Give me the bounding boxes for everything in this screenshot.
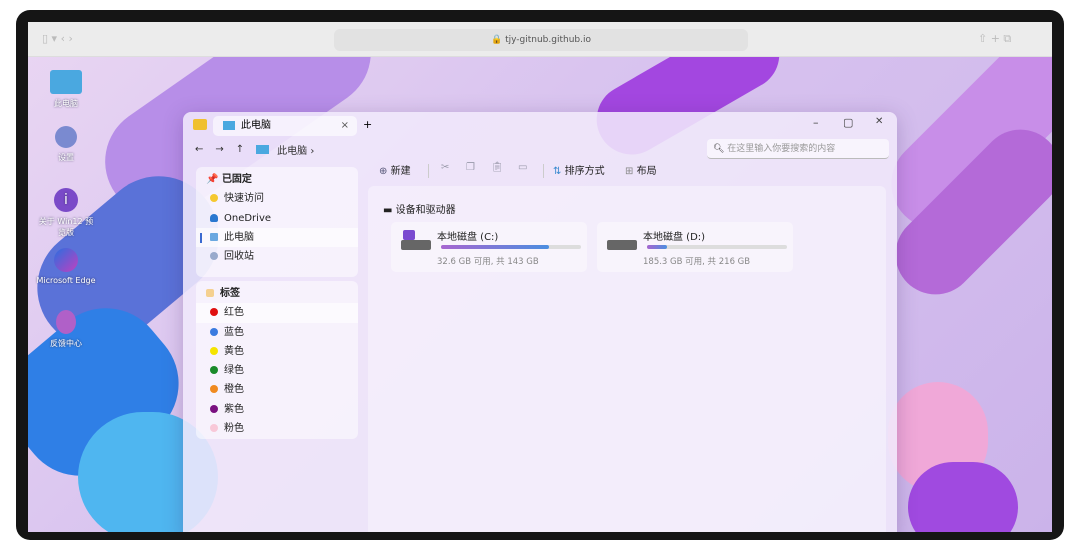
new-tab-button[interactable]: + xyxy=(363,118,372,131)
tag-green[interactable]: 绿色 xyxy=(196,361,358,380)
desktop-icon-about[interactable]: i 关于 Win12 预览版 xyxy=(36,188,96,238)
drive-usage-fill xyxy=(647,245,667,249)
feedback-icon xyxy=(56,310,76,334)
tag-purple[interactable]: 紫色 xyxy=(196,400,358,419)
recycle-bin-icon xyxy=(210,252,218,261)
drive-usage-bar xyxy=(441,245,581,249)
plus-circle-icon: ⊕ xyxy=(379,166,388,177)
red-dot-icon xyxy=(210,308,218,317)
minimize-button[interactable]: – xyxy=(813,116,819,129)
toolbar-divider xyxy=(543,164,544,178)
pink-dot-icon xyxy=(210,424,218,433)
drive-usage-bar xyxy=(647,245,787,249)
tag-yellow[interactable]: 黄色 xyxy=(196,342,358,361)
drive-usage-fill xyxy=(441,245,549,249)
purple-dot-icon xyxy=(210,404,218,413)
folder-icon xyxy=(193,119,207,130)
tag-folder-icon xyxy=(206,289,214,297)
sidebar-item-quick-access[interactable]: 快速访问 xyxy=(196,189,358,208)
sidebar-toggle-icon[interactable]: ▯ ▾ ‹ › xyxy=(42,32,73,45)
tab-this-pc[interactable]: 此电脑 × xyxy=(213,116,357,136)
tags-header: 标签 xyxy=(196,284,358,303)
pinned-header: 📌 已固定 xyxy=(206,174,252,185)
maximize-button[interactable]: ▢ xyxy=(843,116,853,129)
tab-close-button[interactable]: × xyxy=(341,116,349,136)
file-explorer-window: 此电脑 × + – ▢ ✕ ← → ↑ 此电脑 › 🔍︎ 在这里输入你要搜索的内容… xyxy=(183,112,897,532)
address-bar[interactable]: 🔒 tjy-gitnub.github.io xyxy=(334,29,748,51)
gear-icon xyxy=(55,126,77,148)
monitor-icon xyxy=(50,70,82,94)
sort-button[interactable]: ⇅ 排序方式 xyxy=(553,162,605,177)
blue-dot-icon xyxy=(210,327,218,336)
drive-d[interactable]: 本地磁盘 (D:) 185.3 GB 可用, 共 216 GB xyxy=(597,222,793,272)
back-button[interactable]: ← xyxy=(195,144,203,155)
sort-icon: ⇅ xyxy=(553,166,562,177)
desktop-icon-feedback[interactable]: 反馈中心 xyxy=(36,310,96,349)
desktop-icon-edge[interactable]: Microsoft Edge xyxy=(36,248,96,285)
new-button[interactable]: ⊕ 新建 xyxy=(379,162,411,177)
search-icon: 🔍︎ xyxy=(713,144,728,154)
pin-icon: 📌 xyxy=(206,174,219,185)
star-icon xyxy=(210,194,218,203)
copy-icon[interactable]: ❐ xyxy=(466,162,475,173)
collapse-icon: ▬ xyxy=(383,205,393,216)
sidebar-pinned: 📌 已固定 快速访问 OneDrive 此电脑 回收站 xyxy=(196,167,358,277)
selection-indicator xyxy=(200,232,202,243)
rename-icon[interactable]: ▭ xyxy=(518,162,527,173)
orange-dot-icon xyxy=(210,385,218,394)
close-button[interactable]: ✕ xyxy=(875,116,883,127)
hard-drive-icon xyxy=(401,240,431,250)
tag-blue[interactable]: 蓝色 xyxy=(196,323,358,342)
monitor-icon xyxy=(210,232,218,241)
drive-c[interactable]: 本地磁盘 (C:) 32.6 GB 可用, 共 143 GB xyxy=(391,222,587,272)
lock-icon: 🔒 xyxy=(491,35,506,45)
cut-icon[interactable]: ✂ xyxy=(441,162,449,173)
cloud-icon xyxy=(210,213,218,222)
windows-logo-icon xyxy=(403,230,415,240)
edge-icon xyxy=(54,248,78,272)
tag-pink[interactable]: 粉色 xyxy=(196,419,358,438)
sidebar-item-this-pc[interactable]: 此电脑 xyxy=(196,227,358,248)
grid-icon: ⊞ xyxy=(625,166,634,177)
desktop-icon-this-pc[interactable]: 此电脑 xyxy=(36,70,96,109)
tag-orange[interactable]: 橙色 xyxy=(196,380,358,399)
sidebar-item-recycle-bin[interactable]: 回收站 xyxy=(196,247,358,266)
paste-icon[interactable]: 📋︎ xyxy=(491,162,504,173)
search-input[interactable]: 🔍︎ 在这里输入你要搜索的内容 xyxy=(707,139,889,159)
section-header-devices[interactable]: ▬ 设备和驱动器 xyxy=(383,201,456,216)
monitor-icon xyxy=(223,120,235,130)
up-button[interactable]: ↑ xyxy=(236,144,244,155)
share-icon[interactable]: ⇧ + ⧉ xyxy=(978,32,1011,46)
sidebar-item-onedrive[interactable]: OneDrive xyxy=(196,209,358,228)
browser-toolbar: ▯ ▾ ‹ › 🔒 tjy-gitnub.github.io ⇧ + ⧉ xyxy=(28,22,1052,57)
desktop-icon-settings[interactable]: 设置 xyxy=(36,126,96,163)
toolbar-divider xyxy=(428,164,429,178)
green-dot-icon xyxy=(210,366,218,375)
monitor-icon xyxy=(256,145,270,154)
breadcrumb[interactable]: 此电脑 › xyxy=(256,142,314,157)
screen: ▯ ▾ ‹ › 🔒 tjy-gitnub.github.io ⇧ + ⧉ 此电脑… xyxy=(28,22,1052,532)
info-icon: i xyxy=(54,188,78,212)
hard-drive-icon xyxy=(607,240,637,250)
yellow-dot-icon xyxy=(210,346,218,355)
tag-red[interactable]: 红色 xyxy=(196,303,358,323)
layout-button[interactable]: ⊞ 布局 xyxy=(625,162,657,177)
sidebar-tags: 标签 红色 蓝色 黄色 绿色 橙色 紫色 粉色 xyxy=(196,281,358,439)
forward-button[interactable]: → xyxy=(215,144,223,155)
